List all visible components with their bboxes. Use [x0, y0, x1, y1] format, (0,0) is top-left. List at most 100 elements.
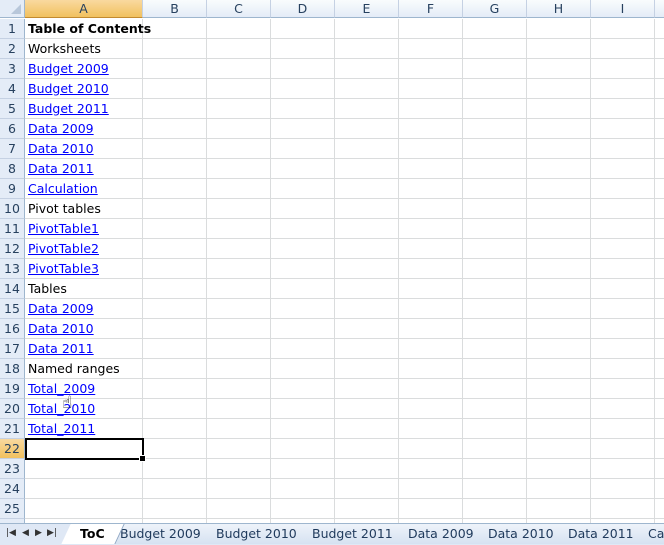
cell[interactable] — [463, 459, 527, 479]
cell[interactable] — [143, 139, 207, 159]
cell[interactable]: Total_2009 — [25, 379, 143, 399]
column-header-F[interactable]: F — [399, 0, 463, 18]
cell[interactable] — [271, 239, 335, 259]
cell[interactable] — [655, 459, 664, 479]
cell[interactable] — [143, 359, 207, 379]
cell[interactable] — [399, 239, 463, 259]
cell[interactable] — [399, 79, 463, 99]
cell[interactable] — [143, 219, 207, 239]
cell[interactable] — [335, 39, 399, 59]
cell[interactable] — [335, 399, 399, 419]
column-header-C[interactable]: C — [207, 0, 271, 18]
cell[interactable] — [463, 379, 527, 399]
cell[interactable] — [143, 439, 207, 459]
row-header[interactable]: 1 — [0, 19, 25, 39]
hyperlink[interactable]: Data 2009 — [28, 301, 94, 316]
cell[interactable] — [143, 199, 207, 219]
cell[interactable] — [399, 139, 463, 159]
cell[interactable] — [399, 219, 463, 239]
cell[interactable] — [527, 299, 591, 319]
cell[interactable] — [207, 159, 271, 179]
cell[interactable] — [143, 459, 207, 479]
row-header[interactable]: 11 — [0, 219, 25, 239]
cell[interactable] — [399, 19, 463, 39]
cell[interactable] — [463, 319, 527, 339]
cell[interactable] — [207, 299, 271, 319]
cell[interactable] — [399, 339, 463, 359]
hyperlink[interactable]: Data 2009 — [28, 121, 94, 136]
cell[interactable] — [399, 359, 463, 379]
cell[interactable] — [207, 179, 271, 199]
cell[interactable] — [399, 379, 463, 399]
row-header[interactable]: 5 — [0, 99, 25, 119]
cell[interactable] — [207, 99, 271, 119]
column-header-E[interactable]: E — [335, 0, 399, 18]
cell[interactable]: Named ranges — [25, 359, 143, 379]
cell[interactable] — [143, 59, 207, 79]
cell[interactable] — [143, 239, 207, 259]
cell[interactable]: Data 2010 — [25, 139, 143, 159]
cell[interactable] — [335, 339, 399, 359]
cell[interactable] — [143, 399, 207, 419]
cell[interactable] — [591, 199, 655, 219]
row-header[interactable]: 24 — [0, 479, 25, 499]
cell[interactable] — [143, 159, 207, 179]
cell[interactable] — [463, 279, 527, 299]
cell[interactable] — [335, 279, 399, 299]
cell[interactable] — [143, 479, 207, 499]
cell[interactable] — [463, 339, 527, 359]
row-header[interactable]: 3 — [0, 59, 25, 79]
cell[interactable] — [143, 179, 207, 199]
cell[interactable] — [527, 119, 591, 139]
cell[interactable] — [143, 119, 207, 139]
cell[interactable] — [335, 219, 399, 239]
cell[interactable] — [527, 419, 591, 439]
hyperlink[interactable]: Data 2010 — [28, 141, 94, 156]
cell[interactable] — [463, 479, 527, 499]
select-all-button[interactable] — [0, 0, 25, 18]
cell[interactable] — [655, 79, 664, 99]
cell[interactable] — [591, 479, 655, 499]
cell[interactable] — [335, 199, 399, 219]
cell[interactable] — [207, 459, 271, 479]
cell[interactable] — [655, 279, 664, 299]
row-header[interactable]: 14 — [0, 279, 25, 299]
row-header[interactable]: 12 — [0, 239, 25, 259]
cell[interactable] — [207, 19, 271, 39]
cell[interactable] — [271, 399, 335, 419]
cell[interactable]: PivotTable1 — [25, 219, 143, 239]
cell[interactable] — [399, 259, 463, 279]
cell[interactable] — [335, 159, 399, 179]
cell[interactable] — [591, 499, 655, 519]
cell[interactable] — [271, 439, 335, 459]
cell[interactable] — [463, 139, 527, 159]
cell[interactable] — [463, 419, 527, 439]
cell[interactable]: Data 2010 — [25, 319, 143, 339]
cell[interactable] — [335, 439, 399, 459]
cell[interactable] — [207, 439, 271, 459]
column-header-G[interactable]: G — [463, 0, 527, 18]
cell[interactable] — [591, 359, 655, 379]
cell[interactable] — [527, 59, 591, 79]
cell[interactable] — [655, 139, 664, 159]
cell[interactable] — [335, 359, 399, 379]
cell[interactable] — [271, 39, 335, 59]
cell[interactable] — [399, 199, 463, 219]
cell[interactable] — [463, 399, 527, 419]
hyperlink[interactable]: PivotTable3 — [28, 261, 99, 276]
cell[interactable] — [271, 219, 335, 239]
cell[interactable] — [655, 379, 664, 399]
cell[interactable] — [399, 299, 463, 319]
cell[interactable] — [207, 399, 271, 419]
row-header[interactable]: 16 — [0, 319, 25, 339]
cell[interactable] — [335, 79, 399, 99]
cell[interactable] — [207, 259, 271, 279]
cell[interactable] — [271, 139, 335, 159]
cell[interactable] — [655, 39, 664, 59]
cell[interactable] — [463, 159, 527, 179]
cell[interactable] — [271, 359, 335, 379]
cell[interactable]: Pivot tables — [25, 199, 143, 219]
cell[interactable] — [527, 439, 591, 459]
row-header[interactable]: 17 — [0, 339, 25, 359]
cell[interactable] — [591, 339, 655, 359]
